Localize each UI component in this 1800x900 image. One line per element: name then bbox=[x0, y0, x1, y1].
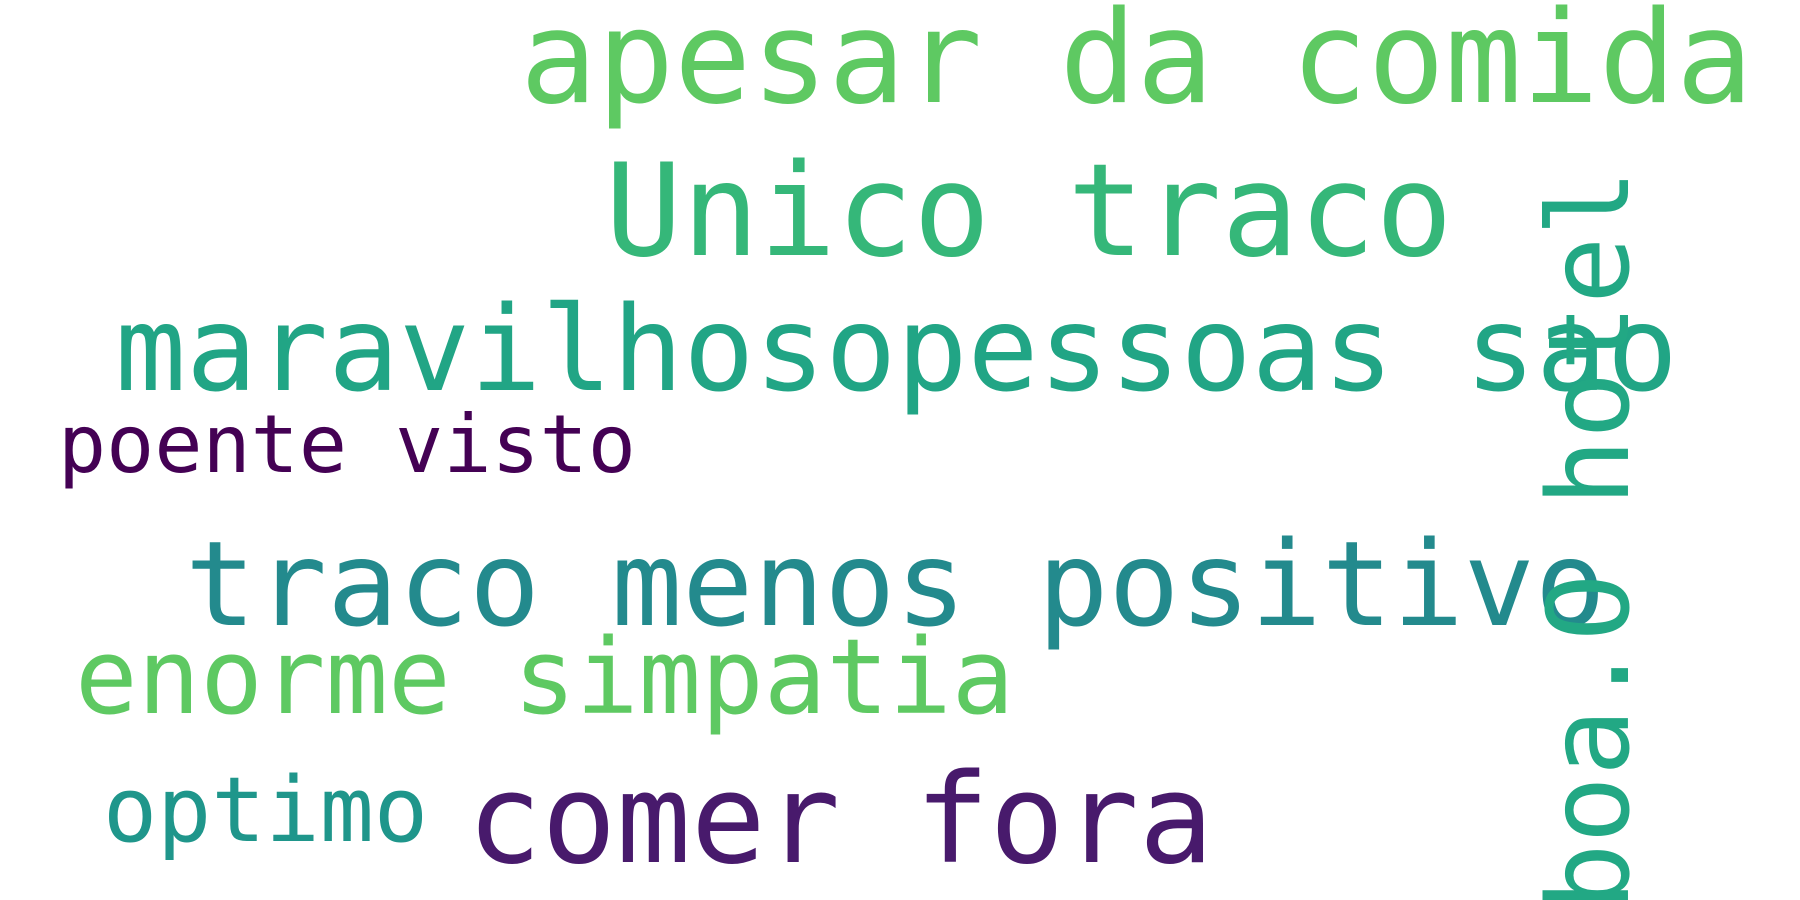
word-enorme-simpatia: enorme simpatia bbox=[75, 616, 1015, 738]
word-unico-traco: Unico traco bbox=[605, 137, 1453, 286]
word-comer-fora: comer fora bbox=[467, 748, 1214, 892]
word-boa-o-hotel: boa.O hotel bbox=[1525, 169, 1655, 900]
word-cloud: apesar da comida Unico traco maravilhoso… bbox=[0, 0, 1800, 900]
word-maravilhosopessoas-sao: maravilhosopessoas sao bbox=[115, 280, 1678, 418]
word-poente-visto: poente visto bbox=[58, 398, 636, 491]
word-optimo: optimo bbox=[103, 758, 429, 863]
word-apesar-da-comida: apesar da comida bbox=[520, 0, 1753, 133]
